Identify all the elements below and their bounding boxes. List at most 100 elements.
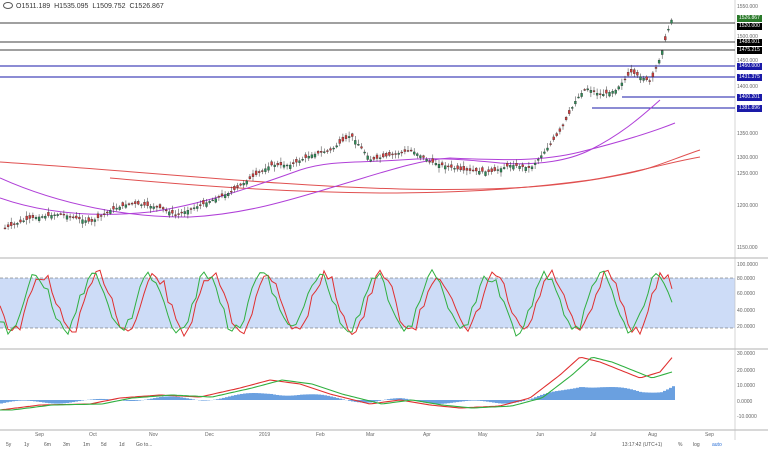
candle-body bbox=[251, 173, 255, 177]
macd-histogram-bar bbox=[48, 400, 51, 404]
eye-icon[interactable] bbox=[3, 2, 13, 9]
percent-toggle[interactable]: % bbox=[678, 442, 682, 448]
macd-histogram-bar bbox=[579, 387, 582, 400]
candle-body bbox=[279, 162, 283, 166]
candle-body bbox=[440, 162, 444, 166]
candle-body bbox=[326, 150, 329, 152]
macd-histogram-bar bbox=[459, 400, 462, 402]
timeframe-1d[interactable]: 1d bbox=[119, 442, 125, 448]
macd-histogram-bar bbox=[276, 394, 279, 400]
macd-histogram-bar bbox=[150, 398, 153, 400]
candle-body bbox=[437, 163, 441, 169]
candle-body bbox=[130, 202, 134, 205]
macd-histogram-bar bbox=[21, 400, 24, 401]
candle-body bbox=[608, 92, 611, 97]
auto-toggle[interactable]: auto bbox=[712, 442, 722, 448]
candle-body bbox=[62, 213, 66, 216]
candle-body bbox=[115, 207, 118, 210]
macd-histogram-bar bbox=[228, 396, 231, 400]
candle-body bbox=[487, 169, 490, 172]
candle-body bbox=[233, 186, 236, 190]
candle-body bbox=[664, 36, 667, 41]
macd-histogram-bar bbox=[501, 400, 504, 404]
macd-histogram-bar bbox=[294, 395, 297, 400]
month-label: Oct bbox=[89, 432, 97, 438]
timeframe-5y[interactable]: 5y bbox=[6, 442, 11, 448]
macd-axis-label: -10.0000 bbox=[737, 414, 757, 420]
price-axis-label: 1250.000 bbox=[737, 171, 758, 177]
candle-body bbox=[543, 151, 546, 154]
log-toggle[interactable]: log bbox=[693, 442, 700, 448]
ohlc-high: H1535.095 bbox=[54, 3, 89, 10]
timeframe-3m[interactable]: 3m bbox=[63, 442, 70, 448]
macd-histogram-bar bbox=[273, 394, 276, 400]
macd-histogram-bar bbox=[456, 400, 459, 403]
candle-body bbox=[602, 94, 605, 97]
candle-body bbox=[388, 152, 391, 156]
candle-body bbox=[137, 201, 140, 205]
macd-histogram-bar bbox=[324, 395, 327, 400]
candle-body bbox=[521, 164, 524, 167]
month-label: Nov bbox=[149, 432, 158, 438]
macd-histogram-bar bbox=[45, 400, 48, 403]
macd-histogram-bar bbox=[339, 398, 342, 400]
macd-histogram-bar bbox=[96, 399, 99, 400]
candle-body bbox=[369, 159, 372, 162]
timeframe-1m[interactable]: 1m bbox=[83, 442, 90, 448]
macd-histogram-bar bbox=[477, 400, 480, 401]
candle-body bbox=[633, 69, 636, 74]
macd-histogram-bar bbox=[39, 400, 42, 403]
candle-body bbox=[208, 201, 211, 203]
macd-indicator bbox=[0, 356, 675, 411]
stoch-axis-label: 100.0000 bbox=[737, 262, 758, 268]
candle-body bbox=[134, 201, 137, 204]
candle-body bbox=[366, 155, 369, 160]
price-tag: 1450.000 bbox=[737, 63, 762, 70]
candle-body bbox=[657, 59, 661, 64]
candle-body bbox=[549, 143, 552, 145]
candle-body bbox=[552, 136, 555, 140]
macd-histogram-bar bbox=[528, 399, 531, 400]
macd-histogram-bar bbox=[243, 393, 246, 400]
price-tag: 1431.375 bbox=[737, 74, 762, 81]
month-label: Feb bbox=[316, 432, 325, 438]
macd-histogram-bar bbox=[378, 400, 381, 401]
candle-body bbox=[614, 89, 617, 94]
candle-body bbox=[332, 147, 335, 150]
candle-body bbox=[518, 166, 521, 169]
macd-histogram-bar bbox=[669, 387, 672, 400]
macd-histogram-bar bbox=[567, 389, 570, 400]
candle-body bbox=[217, 196, 221, 198]
candle-body bbox=[149, 206, 152, 209]
macd-histogram-bar bbox=[138, 400, 141, 401]
macd-histogram-bar bbox=[105, 399, 108, 400]
candle-body bbox=[158, 204, 162, 208]
timeframe-1y[interactable]: 1y bbox=[24, 442, 29, 448]
price-axis-label: 1300.000 bbox=[737, 155, 758, 161]
macd-histogram-bar bbox=[297, 395, 300, 400]
macd-histogram-bar bbox=[174, 396, 177, 400]
macd-histogram-bar bbox=[165, 396, 168, 400]
candle-body bbox=[431, 158, 434, 163]
candle-body bbox=[654, 67, 658, 69]
macd-histogram-bar bbox=[51, 400, 54, 404]
candle-body bbox=[385, 153, 388, 157]
macd-histogram-bar bbox=[156, 397, 159, 400]
candle-body bbox=[351, 133, 354, 137]
macd-histogram-bar bbox=[660, 392, 663, 400]
macd-histogram-bar bbox=[588, 387, 591, 400]
candle-body bbox=[471, 169, 475, 172]
macd-histogram-bar bbox=[258, 393, 261, 400]
goto-button[interactable]: Go to... bbox=[136, 442, 152, 448]
candle-body bbox=[394, 153, 397, 155]
timeframe-6m[interactable]: 6m bbox=[44, 442, 51, 448]
candle-body bbox=[155, 206, 159, 208]
price-axis-label: 1400.000 bbox=[737, 84, 758, 90]
candle-body bbox=[292, 162, 295, 165]
candle-body bbox=[422, 155, 425, 158]
candle-body bbox=[555, 133, 558, 136]
timeframe-5d[interactable]: 5d bbox=[101, 442, 107, 448]
macd-histogram-bar bbox=[192, 399, 195, 400]
macd-histogram-bar bbox=[654, 392, 657, 400]
chart-area[interactable] bbox=[0, 0, 768, 452]
